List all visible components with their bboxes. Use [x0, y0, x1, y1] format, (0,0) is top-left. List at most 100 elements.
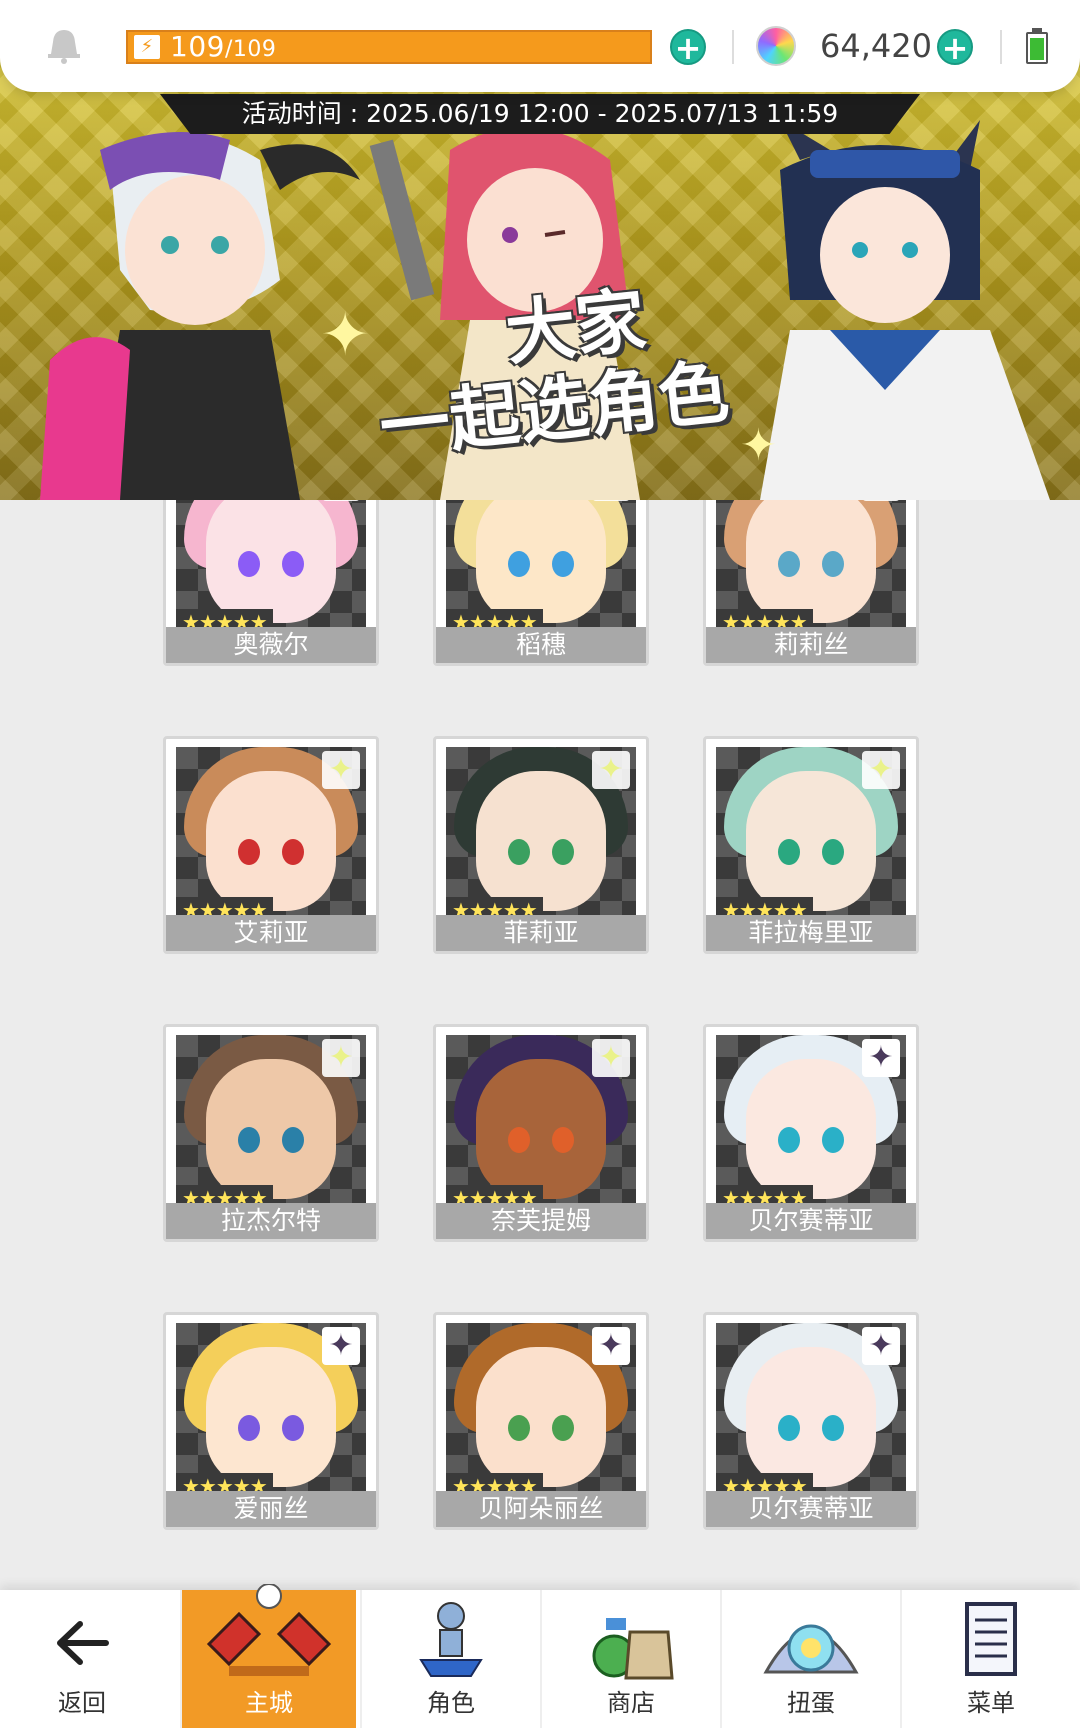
portrait-face — [206, 1347, 336, 1487]
nav-shop-label: 商店 — [607, 1689, 655, 1717]
portrait-face — [206, 771, 336, 911]
portrait-face — [746, 1059, 876, 1199]
rarity-badge-icon: ✦ — [592, 751, 630, 789]
castle-icon — [206, 1584, 332, 1676]
portrait-eye — [778, 551, 800, 577]
add-gems-button[interactable]: + — [937, 29, 973, 65]
portrait-eye — [552, 1127, 574, 1153]
character-portrait: ✦★★★★★ — [716, 500, 906, 635]
character-portrait: ✦★★★★★ — [176, 500, 366, 635]
menu-list-icon — [965, 1602, 1017, 1676]
stamina-value: 109/109 — [170, 30, 276, 63]
character-card[interactable]: ✦ ★★★★★ 贝尔赛蒂亚 — [703, 1024, 919, 1242]
character-card[interactable]: ✦ ★★★★★ 菲拉梅里亚 — [703, 736, 919, 954]
lightning-icon: ⚡ — [134, 35, 160, 59]
character-name: 贝尔赛蒂亚 — [706, 1491, 916, 1527]
rarity-badge-icon: ✦ — [592, 1039, 630, 1077]
character-icon — [419, 1602, 483, 1677]
character-name: 奥薇尔 — [166, 627, 376, 663]
character-portrait: ✦★★★★★ — [716, 747, 906, 923]
portrait-eye — [238, 1127, 260, 1153]
nav-character[interactable]: 角色 — [360, 1590, 540, 1728]
portrait-face — [206, 500, 336, 623]
arrow-left-icon — [57, 1621, 109, 1665]
portrait-eye — [552, 839, 574, 865]
character-name: 奈芙提姆 — [436, 1203, 646, 1239]
character-card[interactable]: ✦ ★★★★★ 奈芙提姆 — [433, 1024, 649, 1242]
character-portrait: ✦★★★★★ — [446, 1035, 636, 1211]
nav-gacha[interactable]: 扭蛋 — [720, 1590, 900, 1728]
rarity-badge-icon: ✦ — [862, 500, 900, 501]
character-card[interactable]: ✦ ★★★★★ 艾莉亚 — [163, 736, 379, 954]
portrait-eye — [822, 551, 844, 577]
character-portrait: ✦★★★★★ — [176, 1323, 366, 1499]
character-portrait: ✦★★★★★ — [176, 747, 366, 923]
rarity-badge-icon: ✦ — [592, 500, 630, 501]
character-name: 菲莉亚 — [436, 915, 646, 951]
character-grid: ✦★★★★★奥薇尔✦★★★★★稻穗✦★★★★★莉莉丝✦★★★★★艾莉亚✦★★★★… — [0, 500, 1080, 1590]
nav-main-city[interactable]: 主城 — [180, 1584, 356, 1728]
character-name: 稻穗 — [436, 627, 646, 663]
shop-bag-icon — [592, 1618, 674, 1680]
portrait-eye — [822, 839, 844, 865]
rarity-badge-icon: ✦ — [322, 1039, 360, 1077]
character-name: 菲拉梅里亚 — [706, 915, 916, 951]
nav-character-label: 角色 — [427, 1689, 475, 1717]
rarity-badge-icon: ✦ — [322, 1327, 360, 1365]
portrait-eye — [778, 1127, 800, 1153]
rarity-badge-icon: ✦ — [862, 1039, 900, 1077]
divider — [1000, 30, 1002, 64]
portrait-eye — [508, 1415, 530, 1441]
rarity-badge-icon: ✦ — [322, 751, 360, 789]
portrait-face — [746, 1347, 876, 1487]
portrait-face — [746, 500, 876, 623]
character-name: 莉莉丝 — [706, 627, 916, 663]
portrait-eye — [552, 1415, 574, 1441]
rarity-badge-icon: ✦ — [322, 500, 360, 501]
character-portrait: ✦★★★★★ — [446, 500, 636, 635]
character-card[interactable]: ✦ ★★★★★ 菲莉亚 — [433, 736, 649, 954]
status-bar: ⚡ 109/109 + 64,420 + — [0, 0, 1080, 92]
character-name: 拉杰尔特 — [166, 1203, 376, 1239]
divider — [732, 30, 734, 64]
portrait-face — [746, 771, 876, 911]
portrait-face — [206, 1059, 336, 1199]
portrait-face — [476, 1059, 606, 1199]
character-card[interactable]: ✦★★★★★莉莉丝 — [703, 500, 919, 666]
portrait-eye — [508, 1127, 530, 1153]
rarity-badge-icon: ✦ — [862, 1327, 900, 1365]
character-portrait: ✦★★★★★ — [446, 747, 636, 923]
character-card[interactable]: ✦ ★★★★★ 爱丽丝 — [163, 1312, 379, 1530]
character-card[interactable]: ✦ ★★★★★ 拉杰尔特 — [163, 1024, 379, 1242]
character-card[interactable]: ✦★★★★★稻穗 — [433, 500, 649, 666]
gem-count: 64,420 — [820, 27, 932, 65]
portrait-eye — [238, 839, 260, 865]
nav-shop[interactable]: 商店 — [540, 1590, 720, 1728]
gacha-orb-icon — [763, 1624, 859, 1674]
character-name: 贝阿朵丽丝 — [436, 1491, 646, 1527]
rarity-badge-icon: ✦ — [862, 751, 900, 789]
nav-menu[interactable]: 菜单 — [900, 1590, 1080, 1728]
battery-icon — [1026, 28, 1048, 64]
character-name: 贝尔赛蒂亚 — [706, 1203, 916, 1239]
character-card[interactable]: ✦★★★★★奥薇尔 — [163, 500, 379, 666]
add-stamina-button[interactable]: + — [670, 29, 706, 65]
nav-back[interactable]: 返回 — [0, 1590, 164, 1728]
character-name: 艾莉亚 — [166, 915, 376, 951]
portrait-eye — [508, 551, 530, 577]
character-card[interactable]: ✦ ★★★★★ 贝阿朵丽丝 — [433, 1312, 649, 1530]
portrait-eye — [238, 1415, 260, 1441]
stamina-bar: ⚡ 109/109 — [126, 30, 652, 64]
character-card[interactable]: ✦ ★★★★★ 贝尔赛蒂亚 — [703, 1312, 919, 1530]
nav-main-city-label: 主城 — [245, 1689, 293, 1717]
portrait-eye — [282, 1127, 304, 1153]
event-time: 活动时间 : 2025.06/19 12:00 - 2025.07/13 11:… — [160, 94, 920, 134]
nav-back-label: 返回 — [58, 1689, 106, 1717]
bell-icon[interactable] — [44, 26, 84, 66]
nav-menu-label: 菜单 — [967, 1689, 1015, 1717]
nav-gacha-label: 扭蛋 — [787, 1689, 835, 1717]
character-portrait: ✦★★★★★ — [716, 1035, 906, 1211]
portrait-eye — [508, 839, 530, 865]
portrait-eye — [238, 551, 260, 577]
stamina-current: 109 — [170, 30, 225, 63]
